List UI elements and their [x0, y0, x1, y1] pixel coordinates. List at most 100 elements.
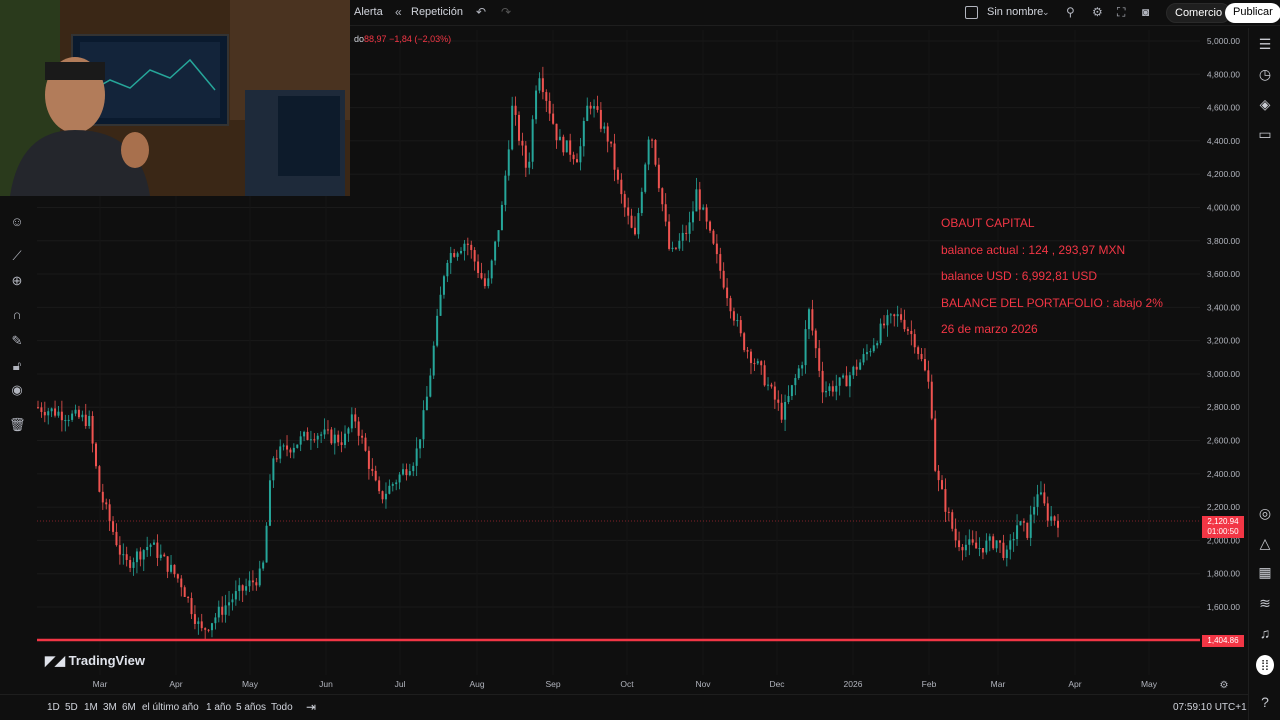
candle-body: [814, 330, 817, 349]
alert-button[interactable]: Alerta: [354, 6, 383, 18]
clock[interactable]: 07:59:10 UTC+1: [1173, 702, 1247, 713]
candle-body: [507, 149, 510, 176]
price-axis-label: 2,800.00: [1207, 402, 1240, 412]
candle-body: [575, 159, 578, 163]
eye-icon[interactable]: ◉: [9, 382, 25, 398]
candle-body: [787, 396, 790, 402]
range-button[interactable]: el último año: [142, 702, 199, 713]
candle-body: [306, 431, 309, 440]
candle-body: [964, 544, 967, 551]
candle-body: [1053, 516, 1056, 521]
time-axis-label: Apr: [169, 679, 182, 689]
candle-body: [224, 605, 227, 615]
level-price-tag: 1,404.86: [1202, 635, 1244, 647]
emoji-icon[interactable]: ☺: [9, 214, 25, 229]
candle-body: [432, 345, 435, 376]
range-button[interactable]: 1D: [47, 702, 60, 713]
help-icon[interactable]: ?: [1256, 694, 1274, 710]
zoom-icon[interactable]: ⊕: [9, 273, 25, 289]
price-axis-label: 3,200.00: [1207, 336, 1240, 346]
current-price-tag: 2,120.94 01:00:50: [1202, 516, 1244, 538]
candle-body: [848, 375, 851, 387]
price-axis-label: 4,200.00: [1207, 169, 1240, 179]
candle-body: [408, 471, 411, 476]
candle-body: [668, 221, 671, 249]
candle-body: [37, 407, 39, 409]
ruler-icon[interactable]: ⟋: [9, 248, 25, 264]
candle-body: [88, 415, 91, 427]
range-button[interactable]: Todo: [271, 702, 293, 713]
candle-body: [149, 544, 152, 547]
calendar-icon[interactable]: ▦: [1256, 564, 1274, 581]
layout-checkbox-icon[interactable]: [965, 6, 978, 19]
candle-body: [442, 276, 445, 295]
alerts-clock-icon[interactable]: ◷: [1256, 66, 1274, 83]
price-axis-label: 4,800.00: [1207, 69, 1240, 79]
chevron-down-icon[interactable]: ⌄: [1042, 7, 1050, 18]
candle-body: [473, 250, 476, 262]
triangle-icon[interactable]: △: [1256, 535, 1274, 552]
candle-body: [139, 551, 142, 560]
candle-body: [43, 411, 46, 416]
axis-settings-icon[interactable]: ⚙: [1220, 680, 1229, 691]
candle-body: [552, 113, 555, 124]
price-axis-label: 3,800.00: [1207, 236, 1240, 246]
chat-icon[interactable]: ▭: [1256, 126, 1274, 143]
range-button[interactable]: 5 años: [236, 702, 266, 713]
layers-icon[interactable]: ◈: [1256, 96, 1274, 113]
candle-body: [842, 375, 845, 378]
candle-body: [593, 106, 596, 109]
pencil-lock-icon[interactable]: ✎: [9, 333, 25, 349]
target-icon[interactable]: ◎: [1256, 505, 1274, 522]
candle-body: [630, 215, 633, 228]
candle-body: [603, 126, 606, 129]
watchlist-icon[interactable]: ☰: [1256, 36, 1274, 53]
publish-button[interactable]: Publicar: [1225, 3, 1280, 23]
candle-body: [610, 141, 613, 144]
candle-body: [374, 470, 377, 481]
range-button[interactable]: 5D: [65, 702, 78, 713]
trash-icon[interactable]: 🗑︎: [9, 417, 26, 433]
range-button[interactable]: 1M: [84, 702, 98, 713]
candle-body: [855, 366, 858, 370]
range-button[interactable]: 1 año: [206, 702, 231, 713]
magnet-icon[interactable]: ∩: [9, 307, 25, 322]
range-button[interactable]: 3M: [103, 702, 117, 713]
apps-icon[interactable]: ⁞⁞: [1256, 655, 1274, 675]
layout-name[interactable]: Sin nombre: [987, 6, 1043, 18]
candle-body: [511, 105, 514, 150]
candle-body: [753, 363, 756, 365]
camera-icon[interactable]: ◙: [1142, 5, 1149, 19]
lock-icon[interactable]: 🔓︎: [9, 358, 25, 374]
replay-button[interactable]: Repetición: [411, 6, 463, 18]
fullscreen-icon[interactable]: ⛶: [1117, 5, 1125, 20]
bell-icon[interactable]: ♫: [1256, 625, 1274, 641]
candle-body: [633, 227, 636, 235]
redo-icon[interactable]: ↷: [501, 5, 511, 19]
candle-body: [961, 547, 964, 551]
undo-icon[interactable]: ↶: [476, 5, 486, 19]
candle-body: [579, 146, 582, 163]
quick-search-icon[interactable]: ⚲: [1066, 5, 1075, 19]
candle-body: [118, 545, 121, 555]
trade-button[interactable]: Comercio: [1166, 3, 1232, 23]
candle-body: [695, 189, 698, 212]
drawing-toolbar: ☺ ⟋ ⊕ ∩ ✎ 🔓︎ ◉ 🗑︎: [0, 196, 34, 686]
candle-body: [50, 408, 53, 412]
candle-body: [736, 320, 739, 322]
settings-icon[interactable]: ⚙: [1092, 5, 1103, 19]
range-button[interactable]: 6M: [122, 702, 136, 713]
candle-body: [637, 213, 640, 235]
candle-body: [773, 386, 776, 400]
candle-body: [739, 320, 742, 334]
date-range-icon[interactable]: ⇥: [306, 700, 316, 714]
candle-body: [320, 434, 323, 436]
candle-body: [685, 232, 688, 234]
candle-body: [40, 407, 43, 412]
feed-icon[interactable]: ≋: [1256, 595, 1274, 612]
candle-body: [674, 247, 677, 249]
candle-body: [671, 247, 674, 249]
candle-body: [146, 546, 149, 551]
candle-body: [910, 330, 913, 335]
candle-body: [917, 347, 920, 354]
